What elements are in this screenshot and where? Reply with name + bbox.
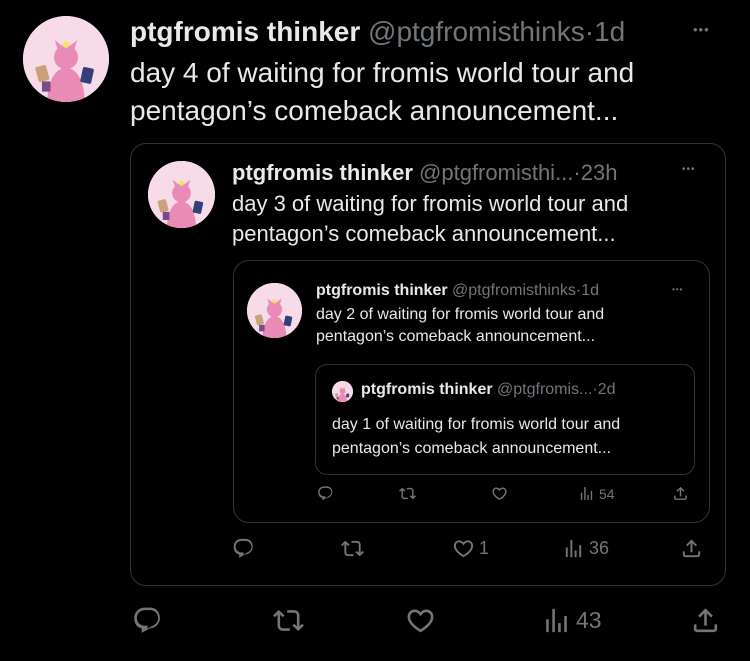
display-name[interactable]: ptgfromis thinker [361, 381, 493, 398]
reply-icon [132, 605, 163, 636]
retweet-icon [341, 537, 364, 560]
share-button[interactable] [680, 537, 703, 560]
quote-header: ptgfromis thinker @ptgfromisthi...·23h [232, 160, 617, 186]
avatar[interactable] [23, 16, 109, 102]
post-text-line: day 4 of waiting for fromis world tour a… [130, 57, 635, 88]
more-icon[interactable]: ••• [693, 22, 710, 37]
avatar-image [148, 161, 215, 228]
handle[interactable]: @ptgfromis... [497, 381, 592, 398]
dot-separator: · [584, 16, 595, 47]
handle[interactable]: @ptgfromisthinks [368, 16, 585, 47]
quote-text: day 3 of waiting for fromis world tour a… [232, 189, 628, 249]
handle[interactable]: @ptgfromisthinks [452, 282, 576, 299]
share-icon [690, 605, 721, 636]
heart-icon [405, 605, 436, 636]
quote-text-line: day 1 of waiting for fromis world tour a… [332, 416, 621, 433]
views-button[interactable]: 54 [578, 485, 615, 502]
share-button[interactable] [672, 485, 689, 502]
like-count: 1 [479, 538, 490, 558]
avatar-image [247, 283, 302, 338]
quote-text-line: pentagon’s comeback announcement... [332, 440, 612, 457]
quote-text-line: pentagon’s comeback announcement... [316, 328, 596, 345]
reply-icon [232, 537, 255, 560]
views-count: 54 [599, 485, 615, 502]
like-button[interactable]: 1 [452, 537, 489, 560]
handle[interactable]: @ptgfromisthi... [419, 160, 573, 185]
quote-text-line: pentagon’s comeback announcement... [232, 221, 616, 246]
reply-icon [317, 485, 334, 502]
retweet-icon [399, 485, 416, 502]
views-icon [541, 605, 572, 636]
display-name[interactable]: ptgfromis thinker [232, 160, 413, 185]
avatar [332, 381, 353, 402]
reply-button[interactable] [132, 605, 163, 636]
quote-card-day3[interactable]: ptgfromis thinker @ptgfromisthi...·23h •… [130, 143, 726, 586]
quote-header: ptgfromis thinker @ptgfromisthinks·1d [316, 282, 599, 300]
avatar-image [332, 381, 353, 402]
views-button[interactable]: 43 [541, 605, 602, 636]
retweet-icon [273, 605, 304, 636]
display-name[interactable]: ptgfromis thinker [130, 16, 360, 47]
post-text: day 4 of waiting for fromis world tour a… [130, 54, 634, 130]
retweet-button[interactable] [273, 605, 304, 636]
quote-card-day2[interactable]: ptgfromis thinker @ptgfromisthinks·1d ••… [233, 260, 710, 523]
like-button[interactable] [405, 605, 436, 636]
heart-icon [452, 537, 475, 560]
avatar [247, 283, 302, 338]
quote-text-line: day 2 of waiting for fromis world tour a… [316, 306, 605, 323]
share-icon [680, 537, 703, 560]
timestamp[interactable]: 1d [581, 282, 599, 299]
more-icon[interactable]: ••• [682, 164, 696, 175]
avatar [148, 161, 215, 228]
like-button[interactable] [491, 485, 508, 502]
timestamp[interactable]: 2d [598, 381, 616, 398]
heart-icon [491, 485, 508, 502]
reply-button[interactable] [317, 485, 334, 502]
quote-text: day 1 of waiting for fromis world tour a… [332, 413, 620, 461]
quote-text: day 2 of waiting for fromis world tour a… [316, 304, 604, 348]
views-button[interactable]: 36 [562, 537, 609, 560]
quote-text-line: day 3 of waiting for fromis world tour a… [232, 191, 629, 216]
views-icon [562, 537, 585, 560]
display-name[interactable]: ptgfromis thinker [316, 282, 448, 299]
more-icon[interactable]: ••• [672, 285, 683, 294]
post-text-line: pentagon’s comeback announcement... [130, 95, 619, 126]
views-count: 36 [589, 538, 610, 558]
retweet-button[interactable] [399, 485, 416, 502]
share-icon [672, 485, 689, 502]
views-count: 43 [576, 607, 602, 633]
views-icon [578, 485, 595, 502]
share-button[interactable] [690, 605, 721, 636]
retweet-button[interactable] [341, 537, 364, 560]
timestamp[interactable]: 23h [581, 160, 618, 185]
quote-card-day1[interactable]: ptgfromis thinker @ptgfromis...·2d day 1… [315, 364, 695, 475]
post-header: ptgfromis thinker @ptgfromisthinks·1d [130, 16, 625, 48]
quote-header: ptgfromis thinker @ptgfromis...·2d [361, 381, 616, 399]
timestamp[interactable]: 1d [594, 16, 625, 47]
reply-button[interactable] [232, 537, 255, 560]
dot-separator: · [573, 160, 581, 185]
avatar-image [23, 16, 109, 102]
